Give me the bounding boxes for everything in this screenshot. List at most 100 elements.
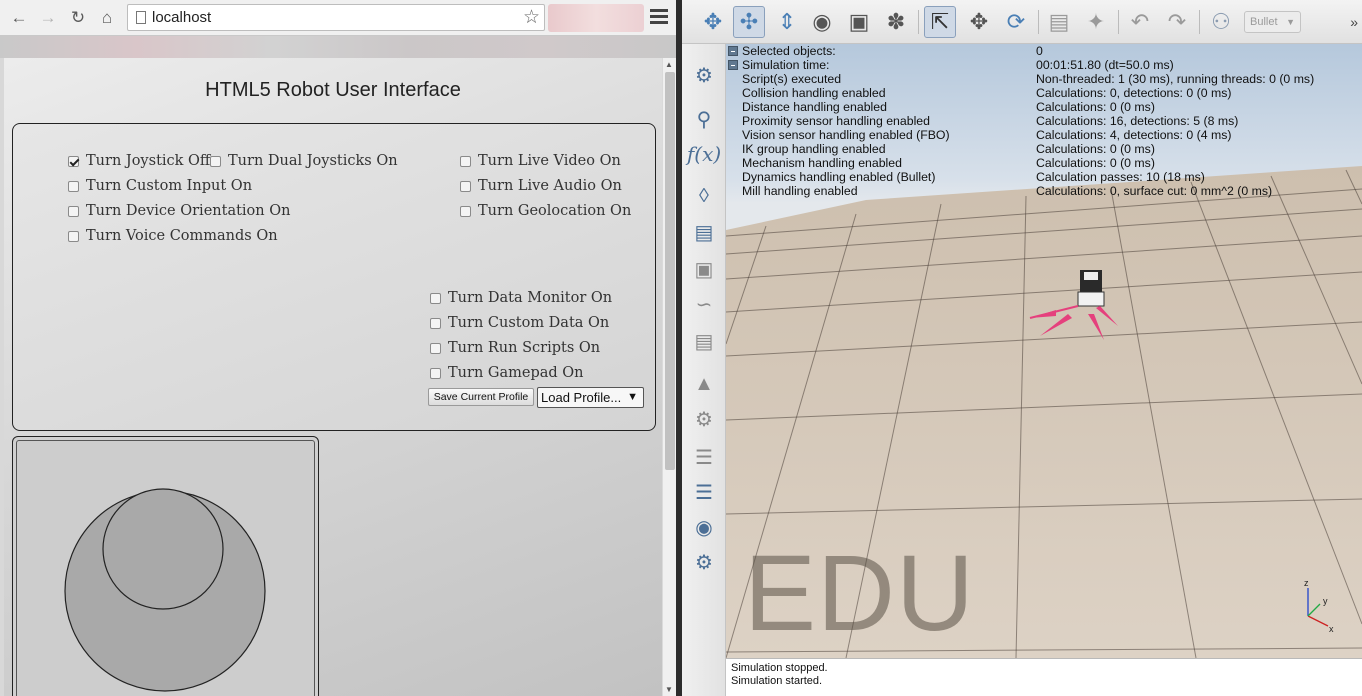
option-live-audio[interactable]: Turn Live Audio On	[460, 178, 622, 194]
page-scrollbar[interactable]: ▲ ▼	[662, 58, 676, 696]
info-value: 0	[1036, 44, 1043, 58]
fly-icon[interactable]: ✽	[880, 6, 912, 38]
option-label: Turn Joystick Off	[86, 153, 211, 169]
undo-icon[interactable]: ↶	[1124, 6, 1156, 38]
option-run-scripts[interactable]: Turn Run Scripts On	[430, 340, 600, 356]
info-row: Selected objects: 0	[726, 44, 1362, 58]
function-icon[interactable]: f(x)	[687, 139, 721, 169]
browser-window: ← → ↻ ⌂ localhost ☆ HTML5 Robot User Int…	[0, 0, 680, 696]
camera-pan-icon[interactable]: ✥	[697, 6, 729, 38]
joystick-area[interactable]	[16, 440, 315, 696]
checkbox[interactable]	[430, 292, 441, 304]
scene-hierarchy-icon[interactable]: ☰	[688, 442, 720, 472]
checkbox[interactable]	[68, 230, 79, 242]
option-label: Turn Geolocation On	[478, 203, 632, 219]
option-custom-input[interactable]: Turn Custom Input On	[68, 178, 252, 194]
checkbox[interactable]	[430, 367, 441, 379]
checkbox[interactable]	[430, 317, 441, 329]
toolbar-more-icon[interactable]: »	[1350, 14, 1358, 30]
info-key: Distance handling enabled	[742, 100, 887, 114]
physics-engine-select[interactable]: Bullet ▼	[1244, 11, 1301, 33]
object-shift-icon[interactable]: ✥	[963, 6, 995, 38]
checkbox[interactable]	[460, 155, 471, 167]
assemble-icon[interactable]: ▤	[1043, 6, 1075, 38]
option-label: Turn Live Video On	[478, 153, 621, 169]
info-row: Vision sensor handling enabled (FBO) Calc…	[726, 128, 1362, 142]
scene-view[interactable]: Selected objects: 0 Simulation time: 00:01:…	[726, 44, 1362, 658]
engine-label: Bullet	[1250, 16, 1278, 28]
info-toggle-icon[interactable]	[728, 60, 738, 70]
info-value: Calculations: 0 (0 ms)	[1036, 142, 1155, 156]
status-console[interactable]: Simulation stopped. Simulation started.	[726, 658, 1362, 696]
checkbox[interactable]	[210, 155, 221, 167]
checkbox[interactable]	[68, 180, 79, 192]
option-dual-joysticks[interactable]: Turn Dual Joysticks On	[210, 153, 398, 169]
joystick-graphic	[64, 488, 266, 692]
address-bar[interactable]: localhost ☆	[127, 4, 545, 31]
back-button[interactable]: ←	[8, 7, 30, 29]
scroll-up-arrow-icon[interactable]: ▲	[665, 60, 673, 69]
info-value: Calculations: 0 (0 ms)	[1036, 100, 1155, 114]
home-button[interactable]: ⌂	[96, 7, 118, 29]
option-joystick[interactable]: Turn Joystick Off	[68, 153, 210, 169]
scroll-down-arrow-icon[interactable]: ▼	[665, 685, 673, 694]
joystick-knob[interactable]	[102, 488, 224, 610]
scroll-thumb[interactable]	[665, 72, 675, 470]
save-profile-button[interactable]: Save Current Profile	[428, 388, 534, 406]
model-browser-icon[interactable]: ▲	[688, 369, 720, 399]
page-selector-icon[interactable]: ▤	[688, 326, 720, 356]
camera-angle-icon[interactable]: ◉	[806, 6, 838, 38]
checkbox[interactable]	[68, 155, 79, 167]
info-key: Mill handling enabled	[742, 184, 858, 198]
shape-edit-icon[interactable]: ▣	[688, 254, 720, 284]
layers-icon[interactable]: ☰	[688, 477, 720, 507]
axis-z-label: z	[1304, 578, 1309, 588]
click-select-icon[interactable]: ⇱	[924, 6, 956, 38]
robot-icon[interactable]: ⚙	[688, 404, 720, 434]
simulation-settings-icon[interactable]: ⚙	[688, 60, 720, 90]
option-label: Turn Live Audio On	[478, 178, 622, 194]
dynamics-icon[interactable]: ⚇	[1205, 6, 1237, 38]
scripts-icon[interactable]: ▤	[688, 217, 720, 247]
info-key: Script(s) executed	[742, 72, 842, 86]
video-recorder-icon[interactable]: ◉	[688, 512, 720, 542]
collections-icon[interactable]: ◊	[688, 181, 720, 211]
option-gamepad[interactable]: Turn Gamepad On	[430, 365, 584, 381]
info-key: Selected objects:	[742, 44, 836, 58]
option-custom-data[interactable]: Turn Custom Data On	[430, 315, 609, 331]
user-settings-icon[interactable]: ⚙	[688, 547, 720, 577]
option-voice-commands[interactable]: Turn Voice Commands On	[68, 228, 278, 244]
reload-button[interactable]: ↻	[67, 7, 89, 29]
forward-button[interactable]: →	[37, 7, 59, 29]
info-key: Collision handling enabled	[742, 86, 886, 100]
option-device-orientation[interactable]: Turn Device Orientation On	[68, 203, 290, 219]
option-geolocation[interactable]: Turn Geolocation On	[460, 203, 631, 219]
checkbox[interactable]	[460, 180, 471, 192]
option-label: Turn Gamepad On	[448, 365, 584, 381]
bookmarks-bar	[0, 36, 680, 58]
path-edit-icon[interactable]: ∽	[688, 289, 720, 319]
dropdown-arrow-icon: ▼	[627, 391, 638, 403]
info-toggle-icon[interactable]	[728, 46, 738, 56]
bookmark-star-icon[interactable]: ☆	[523, 6, 540, 29]
option-live-video[interactable]: Turn Live Video On	[460, 153, 621, 169]
camera-shift-icon[interactable]: ⇕	[771, 6, 803, 38]
camera-rotate-icon[interactable]: ✣	[733, 6, 765, 38]
option-data-monitor[interactable]: Turn Data Monitor On	[430, 290, 612, 306]
option-label: Turn Run Scripts On	[448, 340, 601, 356]
checkbox[interactable]	[460, 205, 471, 217]
option-label: Turn Dual Joysticks On	[228, 153, 398, 169]
transfer-dna-icon[interactable]: ✦	[1080, 6, 1112, 38]
checkbox[interactable]	[430, 342, 441, 354]
zoom-icon[interactable]: ⚲	[688, 104, 720, 134]
checkbox[interactable]	[68, 205, 79, 217]
redo-icon[interactable]: ↷	[1161, 6, 1193, 38]
info-key: IK group handling enabled	[742, 142, 886, 156]
browser-menu-button[interactable]	[650, 9, 668, 25]
option-label: Turn Custom Input On	[86, 178, 253, 194]
fit-to-view-icon[interactable]: ▣	[843, 6, 875, 38]
option-label: Turn Custom Data On	[448, 315, 610, 331]
load-profile-select[interactable]: Load Profile... ▼	[537, 387, 644, 408]
vrep-sidebar: ⚙ ⚲ f(x) ◊ ▤ ▣ ∽ ▤ ▲ ⚙ ☰ ☰ ◉ ⚙	[682, 44, 726, 696]
object-rotate-icon[interactable]: ⟳	[1000, 6, 1032, 38]
